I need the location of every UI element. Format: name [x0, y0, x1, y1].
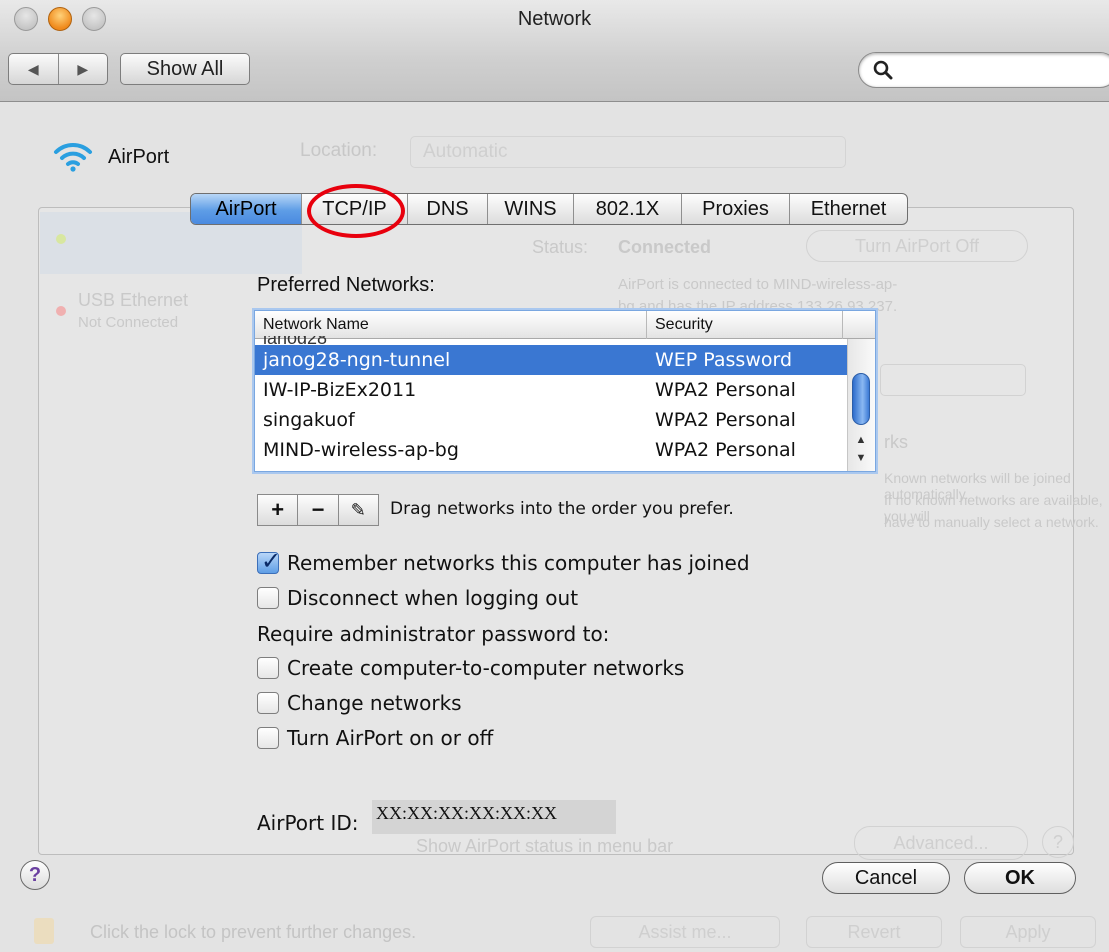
- location-label: Location:: [300, 140, 378, 161]
- tab-wins[interactable]: WINS: [487, 194, 573, 224]
- table-body: janog28-ngn-tunnel WEP Password IW-IP-Bi…: [255, 345, 847, 465]
- search-icon: [873, 60, 893, 80]
- status-description: AirPort is connected to MIND-wireless-ap…: [618, 276, 898, 293]
- airport-id-value: XX:XX:XX:XX:XX:XX: [372, 800, 616, 834]
- table-row[interactable]: IW-IP-BizEx2011 WPA2 Personal: [255, 375, 847, 405]
- lock-icon: [34, 918, 54, 944]
- network-name-cell: MIND-wireless-ap-bg: [263, 439, 459, 461]
- ok-button[interactable]: OK: [964, 862, 1076, 894]
- show-status-label: Show AirPort status in menu bar: [416, 836, 674, 856]
- disconnect-label: Disconnect when logging out: [287, 586, 579, 610]
- security-cell: WEP Password: [655, 349, 793, 371]
- create-networks-checkbox[interactable]: [257, 657, 279, 679]
- annotation-circle: [307, 184, 405, 238]
- network-name-select: [880, 364, 1026, 396]
- tab-bar: AirPort TCP/IP DNS WINS 802.1X Proxies E…: [190, 193, 908, 225]
- change-networks-option[interactable]: Change networks: [257, 691, 462, 715]
- service-header: AirPort: [52, 136, 169, 178]
- checkmark-icon: ✓: [261, 547, 282, 575]
- create-networks-label: Create computer-to-computer networks: [287, 656, 685, 680]
- table-row[interactable]: janog28-ngn-tunnel WEP Password: [255, 345, 847, 375]
- tab-8021x[interactable]: 802.1X: [573, 194, 681, 224]
- help-button[interactable]: ?: [20, 860, 50, 890]
- create-networks-option[interactable]: Create computer-to-computer networks: [257, 656, 684, 680]
- add-network-button[interactable]: +: [258, 495, 297, 525]
- revert-button: Revert: [806, 916, 942, 948]
- status-dot-icon: [56, 306, 66, 316]
- title-bar: Network ◀ ▶ Show All: [0, 0, 1109, 102]
- show-all-button[interactable]: Show All: [120, 53, 250, 85]
- wifi-icon: [54, 142, 92, 172]
- require-admin-label: Require administrator password to:: [257, 622, 610, 646]
- turn-airport-off-button: Turn AirPort Off: [806, 230, 1028, 262]
- scrollbar-thumb[interactable]: [852, 373, 870, 425]
- location-select: Automatic: [410, 136, 846, 168]
- window-title: Network: [517, 8, 592, 30]
- security-cell: WPA2 Personal: [655, 439, 796, 461]
- service-name: AirPort: [108, 145, 170, 168]
- change-networks-checkbox[interactable]: [257, 692, 279, 714]
- forward-button[interactable]: ▶: [57, 54, 108, 84]
- network-name-cell: janog28-ngn-tunnel: [263, 349, 451, 371]
- preferred-networks-table[interactable]: Network Name Security janog28 janog28-ng…: [254, 310, 876, 472]
- turn-airport-option[interactable]: Turn AirPort on or off: [257, 726, 493, 750]
- turn-airport-label: Turn AirPort on or off: [287, 726, 494, 750]
- column-network-name[interactable]: Network Name: [255, 311, 647, 339]
- table-header: Network Name Security: [255, 311, 875, 339]
- change-networks-label: Change networks: [287, 691, 462, 715]
- remember-networks-option[interactable]: ✓ Remember networks this computer has jo…: [257, 547, 750, 575]
- turn-airport-checkbox[interactable]: [257, 727, 279, 749]
- scroll-up-arrow-icon[interactable]: ▲: [852, 431, 870, 449]
- sidebar-item-usb-ethernet: USB Ethernet: [78, 290, 189, 310]
- table-row[interactable]: MIND-wireless-ap-bg WPA2 Personal: [255, 435, 847, 465]
- drag-hint: Drag networks into the order you prefer.: [390, 499, 734, 519]
- remember-networks-checkbox[interactable]: ✓: [257, 547, 281, 575]
- column-security[interactable]: Security: [647, 311, 843, 339]
- status-value: Connected: [618, 237, 712, 257]
- assist-me-button: Assist me...: [590, 916, 780, 948]
- table-row[interactable]: singakuof WPA2 Personal: [255, 405, 847, 435]
- airport-id-label: AirPort ID:: [257, 811, 359, 835]
- back-button[interactable]: ◀: [9, 54, 58, 84]
- disconnect-checkbox[interactable]: [257, 587, 279, 609]
- cancel-button[interactable]: Cancel: [822, 862, 950, 894]
- preferred-networks-label: Preferred Networks:: [257, 274, 435, 296]
- ask-join-description: have to manually select a network.: [884, 514, 1099, 530]
- edit-network-button[interactable]: ✎: [337, 495, 378, 525]
- remember-networks-label: Remember networks this computer has join…: [287, 551, 750, 575]
- advanced-button: Advanced...: [854, 826, 1028, 860]
- search-field[interactable]: [858, 52, 1109, 88]
- security-cell: WPA2 Personal: [655, 409, 796, 431]
- security-cell: WPA2 Personal: [655, 379, 796, 401]
- lock-hint: Click the lock to prevent further change…: [90, 922, 417, 942]
- table-scrollbar[interactable]: ▲ ▼: [847, 339, 875, 471]
- tab-dns[interactable]: DNS: [407, 194, 487, 224]
- table-row-partial: janog28: [263, 336, 823, 344]
- status-label: Status:: [532, 237, 589, 257]
- settings-panel: [38, 207, 1074, 855]
- network-name-cell: singakuof: [263, 409, 355, 431]
- disconnect-option[interactable]: Disconnect when logging out: [257, 586, 578, 610]
- tab-airport[interactable]: AirPort: [191, 194, 301, 224]
- network-name-cell: IW-IP-BizEx2011: [263, 379, 417, 401]
- status-dot-icon: [56, 234, 66, 244]
- network-list-buttons: + − ✎: [257, 494, 379, 526]
- help-icon: ?: [1042, 826, 1074, 858]
- ask-join-label: rks: [884, 432, 908, 452]
- remove-network-button[interactable]: −: [297, 495, 337, 525]
- navigation-buttons: ◀ ▶: [8, 53, 108, 85]
- tab-ethernet[interactable]: Ethernet: [789, 194, 907, 224]
- apply-button: Apply: [960, 916, 1096, 948]
- tab-proxies[interactable]: Proxies: [681, 194, 789, 224]
- scroll-down-arrow-icon[interactable]: ▼: [852, 449, 870, 467]
- sidebar-item-usb-status: Not Connected: [78, 314, 179, 331]
